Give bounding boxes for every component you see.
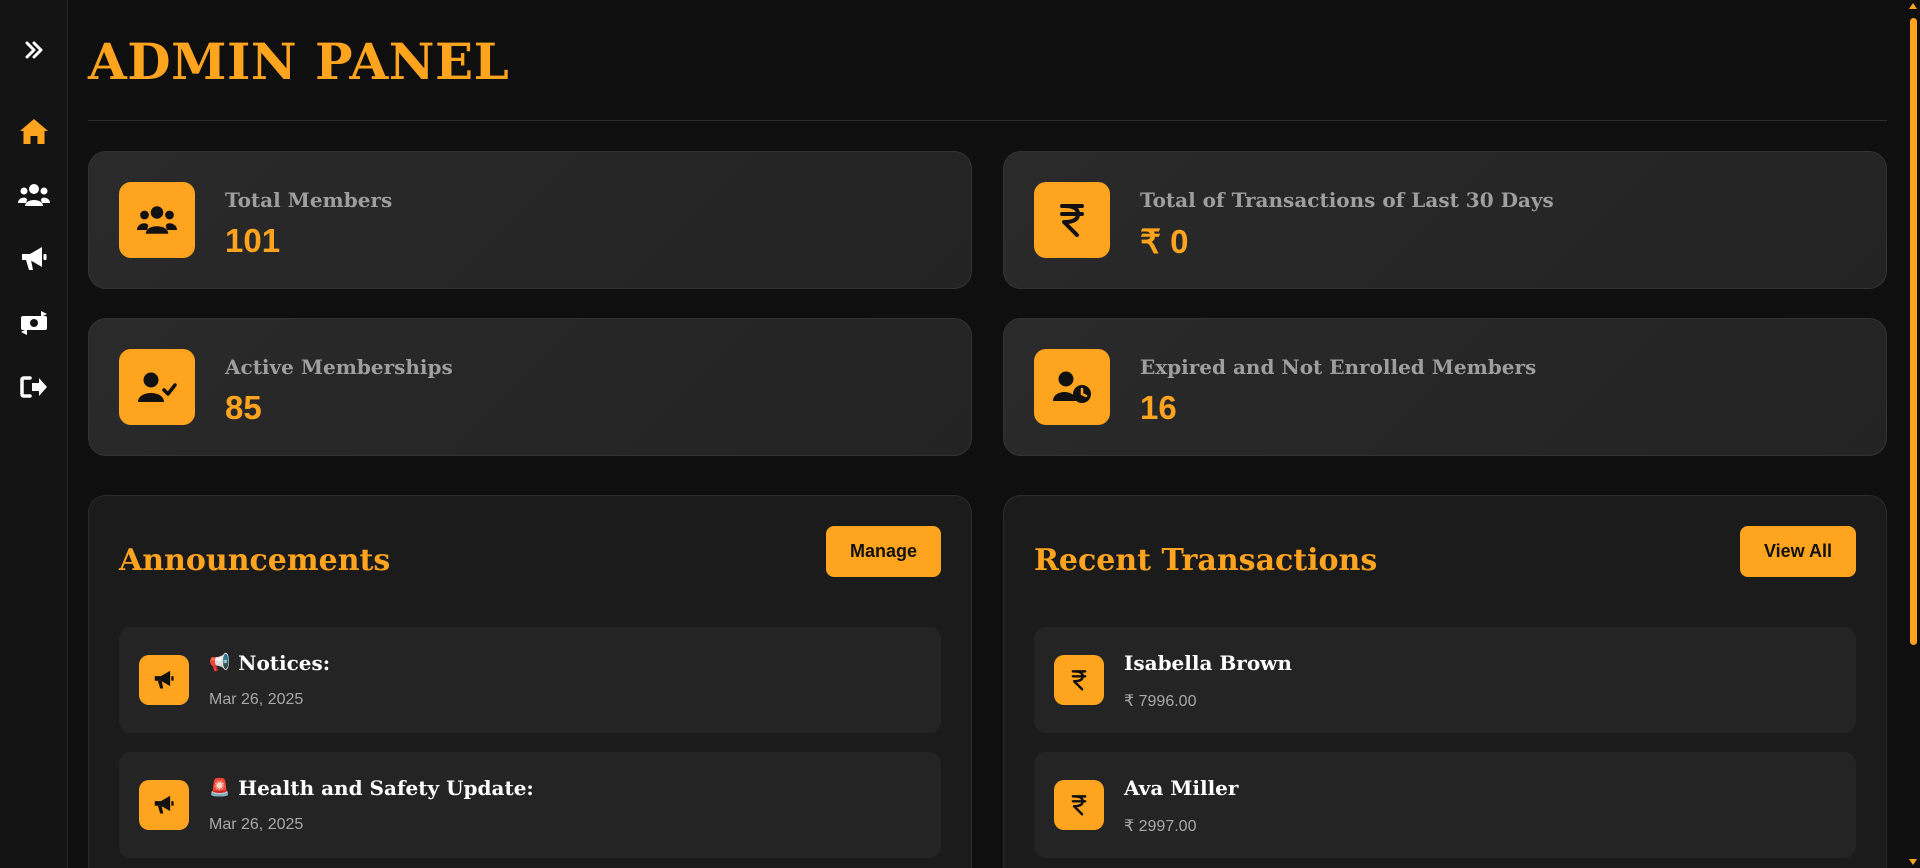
stat-card-transactions-30-days: Total of Transactions of Last 30 Days ₹ … xyxy=(1003,151,1887,289)
user-check-icon xyxy=(119,349,195,425)
users-icon xyxy=(119,182,195,258)
announcement-title-row: 🚨 Health and Safety Update: xyxy=(209,776,534,800)
scroll-down-arrow-icon[interactable] xyxy=(1909,859,1917,865)
stat-label: Expired and Not Enrolled Members xyxy=(1140,355,1537,379)
transactions-title: Recent Transactions xyxy=(1034,543,1378,578)
stat-value: ₹ 0 xyxy=(1140,223,1189,260)
announcement-item[interactable]: 🚨 Health and Safety Update: Mar 26, 2025 xyxy=(119,752,941,858)
transaction-member-name: Ava Miller xyxy=(1124,776,1239,800)
transaction-member-name: Isabella Brown xyxy=(1124,651,1292,675)
sidebar-nav xyxy=(14,118,54,405)
announcements-title: Announcements xyxy=(119,543,391,578)
stat-value: 85 xyxy=(225,389,262,426)
sidebar-item-members[interactable] xyxy=(14,182,54,213)
view-all-button[interactable]: View All xyxy=(1739,526,1856,577)
stat-card-expired-members: Expired and Not Enrolled Members 16 xyxy=(1003,318,1887,456)
stat-value: 16 xyxy=(1140,389,1177,426)
rupee-icon xyxy=(1054,655,1104,705)
stat-label: Active Memberships xyxy=(225,355,453,379)
bullhorn-icon xyxy=(139,780,189,830)
bullhorn-icon xyxy=(139,655,189,705)
announcement-title: Notices: xyxy=(238,651,331,675)
announcements-panel: Announcements Manage 📢 Notices: Mar 26, … xyxy=(88,495,972,868)
sidebar-item-logout[interactable] xyxy=(14,374,54,405)
sidebar-item-announcements[interactable] xyxy=(14,246,54,277)
sidebar xyxy=(0,0,68,868)
sign-out-icon xyxy=(19,375,48,404)
scroll-up-arrow-icon[interactable] xyxy=(1909,3,1917,9)
bullhorn-icon xyxy=(20,246,48,277)
money-exchange-icon xyxy=(19,310,49,341)
announcement-title: Health and Safety Update: xyxy=(238,776,534,800)
sidebar-item-home[interactable] xyxy=(14,118,54,149)
transactions-panel: Recent Transactions View All Isabella Br… xyxy=(1003,495,1887,868)
siren-emoji-icon: 🚨 xyxy=(209,778,231,798)
rupee-icon xyxy=(1034,182,1110,258)
home-icon xyxy=(19,118,49,150)
transaction-amount: ₹ 2997.00 xyxy=(1124,818,1197,835)
transaction-amount: ₹ 7996.00 xyxy=(1124,693,1197,710)
users-icon xyxy=(17,183,50,212)
sidebar-toggle-button[interactable] xyxy=(14,36,54,68)
sidebar-item-transactions[interactable] xyxy=(14,310,54,341)
main-content: ADMIN PANEL Total Members 101 Total of T… xyxy=(88,0,1887,868)
rupee-icon xyxy=(1054,780,1104,830)
announcement-date: Mar 26, 2025 xyxy=(209,816,304,833)
announcement-item[interactable]: 📢 Notices: Mar 26, 2025 xyxy=(119,627,941,733)
user-clock-icon xyxy=(1034,349,1110,425)
double-chevron-right-icon xyxy=(24,41,44,64)
stat-value: 101 xyxy=(225,222,281,259)
transaction-item[interactable]: Ava Miller ₹ 2997.00 xyxy=(1034,752,1856,858)
page-title: ADMIN PANEL xyxy=(88,32,510,91)
scrollbar-thumb[interactable] xyxy=(1910,18,1917,645)
stat-card-total-members: Total Members 101 xyxy=(88,151,972,289)
stat-label: Total Members xyxy=(225,188,393,212)
announcement-title-row: 📢 Notices: xyxy=(209,651,330,675)
megaphone-emoji-icon: 📢 xyxy=(209,653,231,673)
announcement-date: Mar 26, 2025 xyxy=(209,691,304,708)
transaction-item[interactable]: Isabella Brown ₹ 7996.00 xyxy=(1034,627,1856,733)
header-divider xyxy=(88,120,1887,121)
manage-button[interactable]: Manage xyxy=(825,526,941,577)
page-scrollbar[interactable] xyxy=(1906,0,1920,868)
stat-card-active-memberships: Active Memberships 85 xyxy=(88,318,972,456)
stat-label: Total of Transactions of Last 30 Days xyxy=(1140,188,1554,212)
